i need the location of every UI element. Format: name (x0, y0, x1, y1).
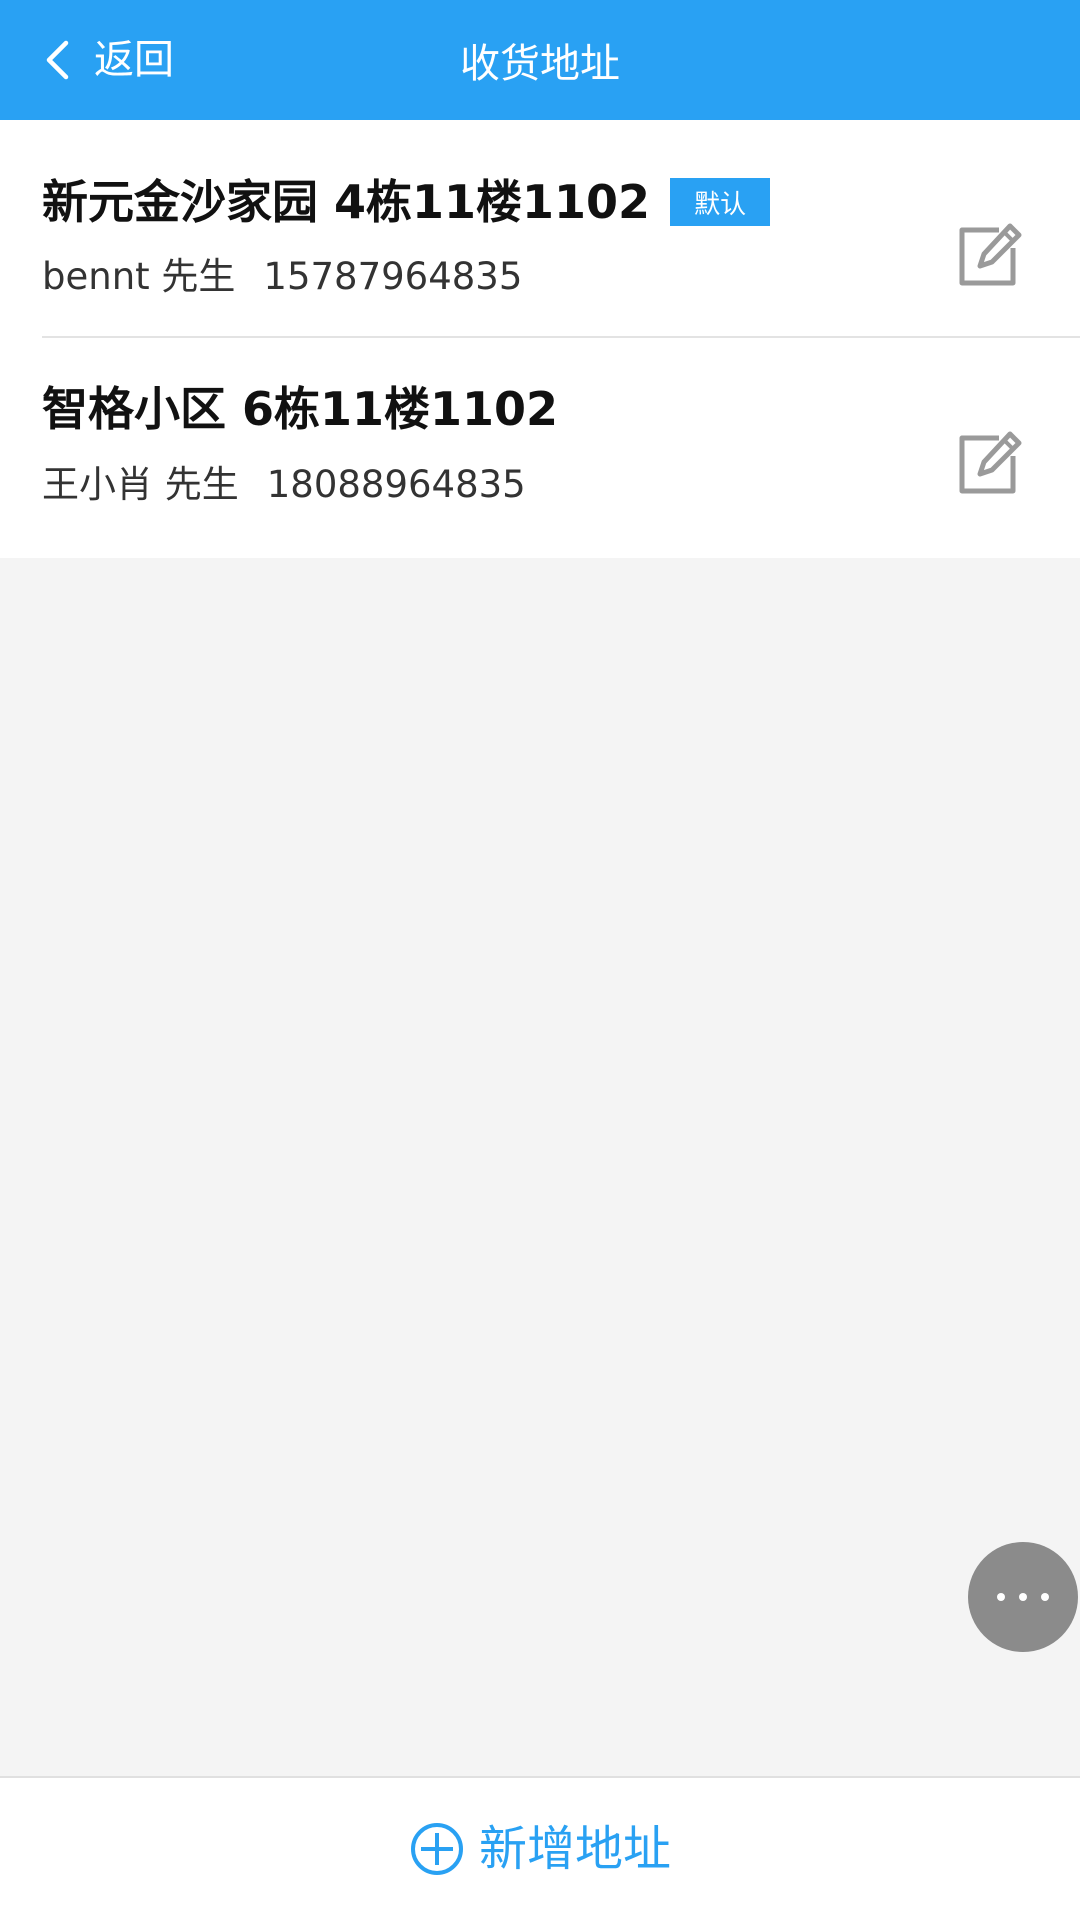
plus-circle-icon (410, 1823, 463, 1875)
contact-name: bennt 先生 (42, 255, 236, 298)
address-text: 新元金沙家园 4栋11楼1102 (42, 175, 651, 229)
contact-name: 王小肖 先生 (42, 463, 239, 506)
default-badge: 默认 (670, 178, 771, 226)
address-text: 智格小区 6栋11楼1102 (42, 382, 559, 436)
address-item[interactable]: 新元金沙家园 4栋11楼1102 默认 bennt 先生 15787964835 (0, 120, 1080, 338)
contact-line: bennt 先生 15787964835 (42, 258, 522, 295)
address-item[interactable]: 智格小区 6栋11楼1102 王小肖 先生 18088964835 (0, 338, 1080, 558)
more-dots-icon (997, 1593, 1049, 1601)
bottom-bar: 新增地址 (0, 1776, 1080, 1920)
app-header: 返回 收货地址 (0, 0, 1080, 120)
edit-icon (959, 431, 1022, 494)
edit-icon (959, 223, 1022, 286)
contact-line: 王小肖 先生 18088964835 (42, 466, 526, 503)
page-title: 收货地址 (460, 41, 620, 87)
edit-address-button[interactable] (955, 220, 1025, 290)
address-list: 新元金沙家园 4栋11楼1102 默认 bennt 先生 15787964835 … (0, 120, 1080, 558)
add-address-label: 新增地址 (478, 1821, 671, 1877)
contact-phone: 18088964835 (266, 463, 526, 506)
more-button[interactable] (968, 1542, 1078, 1652)
edit-address-button[interactable] (955, 428, 1025, 498)
address-line: 新元金沙家园 4栋11楼1102 默认 (42, 175, 771, 229)
address-line: 智格小区 6栋11楼1102 (42, 386, 558, 432)
contact-phone: 15787964835 (263, 255, 523, 298)
add-address-button[interactable]: 新增地址 (0, 1778, 1080, 1920)
